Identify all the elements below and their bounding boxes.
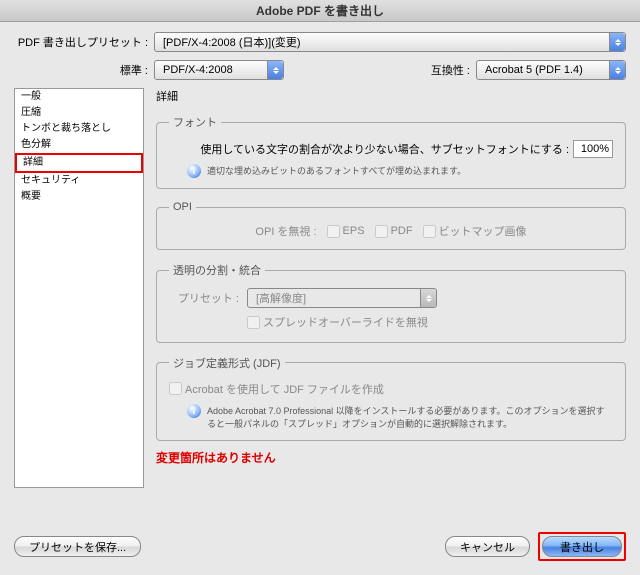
- compat-dropdown[interactable]: Acrobat 5 (PDF 1.4): [476, 60, 626, 80]
- transparency-legend: 透明の分割・統合: [169, 262, 265, 278]
- sidebar-item-security[interactable]: セキュリティ: [15, 173, 143, 189]
- font-group: フォント 使用している文字の割合が次より少ない場合、サブセットフォントにする :…: [156, 114, 626, 189]
- opi-bitmap-checkbox: ビットマップ画像: [423, 223, 527, 239]
- export-button[interactable]: 書き出し: [542, 536, 622, 557]
- standard-value: PDF/X-4:2008: [163, 64, 233, 76]
- info-icon: i: [187, 404, 201, 418]
- panel-title: 詳細: [156, 88, 626, 104]
- sidebar-item-marks[interactable]: トンボと裁ち落とし: [15, 121, 143, 137]
- standard-dropdown[interactable]: PDF/X-4:2008: [154, 60, 284, 80]
- opi-group: OPI OPI を無視 : EPS PDF ビットマップ画像: [156, 201, 626, 250]
- chevron-updown-icon: [609, 33, 625, 51]
- trans-preset-value: [高解像度]: [256, 290, 306, 306]
- compat-value: Acrobat 5 (PDF 1.4): [485, 64, 583, 76]
- jdf-checkbox: Acrobat を使用して JDF ファイルを作成: [169, 381, 384, 397]
- trans-spread-checkbox: スプレッドオーバーライドを無視: [247, 314, 428, 330]
- change-notice: 変更箇所はありません: [156, 449, 626, 466]
- jdf-group: ジョブ定義形式 (JDF) Acrobat を使用して JDF ファイルを作成 …: [156, 355, 626, 442]
- info-icon: i: [187, 164, 201, 178]
- sidebar-item-output[interactable]: 色分解: [15, 137, 143, 153]
- font-subset-input[interactable]: [573, 140, 613, 158]
- opi-legend: OPI: [169, 201, 196, 213]
- sidebar: 一般 圧縮 トンボと裁ち落とし 色分解 詳細 セキュリティ 概要: [14, 88, 144, 488]
- opi-eps-checkbox: EPS: [327, 225, 365, 238]
- sidebar-item-general[interactable]: 一般: [15, 89, 143, 105]
- standard-label: 標準 :: [14, 62, 148, 78]
- trans-preset-dropdown: [高解像度]: [247, 288, 437, 308]
- sidebar-item-summary[interactable]: 概要: [15, 189, 143, 205]
- font-legend: フォント: [169, 114, 221, 130]
- preset-label: PDF 書き出しプリセット :: [14, 34, 148, 50]
- save-preset-button[interactable]: プリセットを保存...: [14, 536, 141, 557]
- preset-dropdown[interactable]: [PDF/X-4:2008 (日本)](変更): [154, 32, 626, 52]
- transparency-group: 透明の分割・統合 プリセット : [高解像度] スプレッドオーバーライドを無視: [156, 262, 626, 343]
- chevron-updown-icon: [609, 61, 625, 79]
- preset-value: [PDF/X-4:2008 (日本)](変更): [163, 34, 301, 50]
- jdf-legend: ジョブ定義形式 (JDF): [169, 355, 285, 371]
- opi-pdf-checkbox: PDF: [375, 225, 413, 238]
- font-subset-label: 使用している文字の割合が次より少ない場合、サブセットフォントにする :: [200, 141, 569, 157]
- jdf-note: Adobe Acrobat 7.0 Professional 以降をインストール…: [207, 404, 613, 430]
- font-note: 適切な埋め込みビットのあるフォントすべてが埋め込まれます。: [207, 164, 466, 177]
- chevron-updown-icon: [267, 61, 283, 79]
- trans-preset-label: プリセット :: [169, 290, 239, 306]
- opi-label: OPI を無視 :: [255, 223, 316, 239]
- chevron-updown-icon: [420, 289, 436, 307]
- sidebar-item-compression[interactable]: 圧縮: [15, 105, 143, 121]
- cancel-button[interactable]: キャンセル: [445, 536, 530, 557]
- window-title: Adobe PDF を書き出し: [0, 0, 640, 22]
- sidebar-item-advanced[interactable]: 詳細: [17, 155, 141, 171]
- compat-label: 互換性 :: [431, 62, 470, 78]
